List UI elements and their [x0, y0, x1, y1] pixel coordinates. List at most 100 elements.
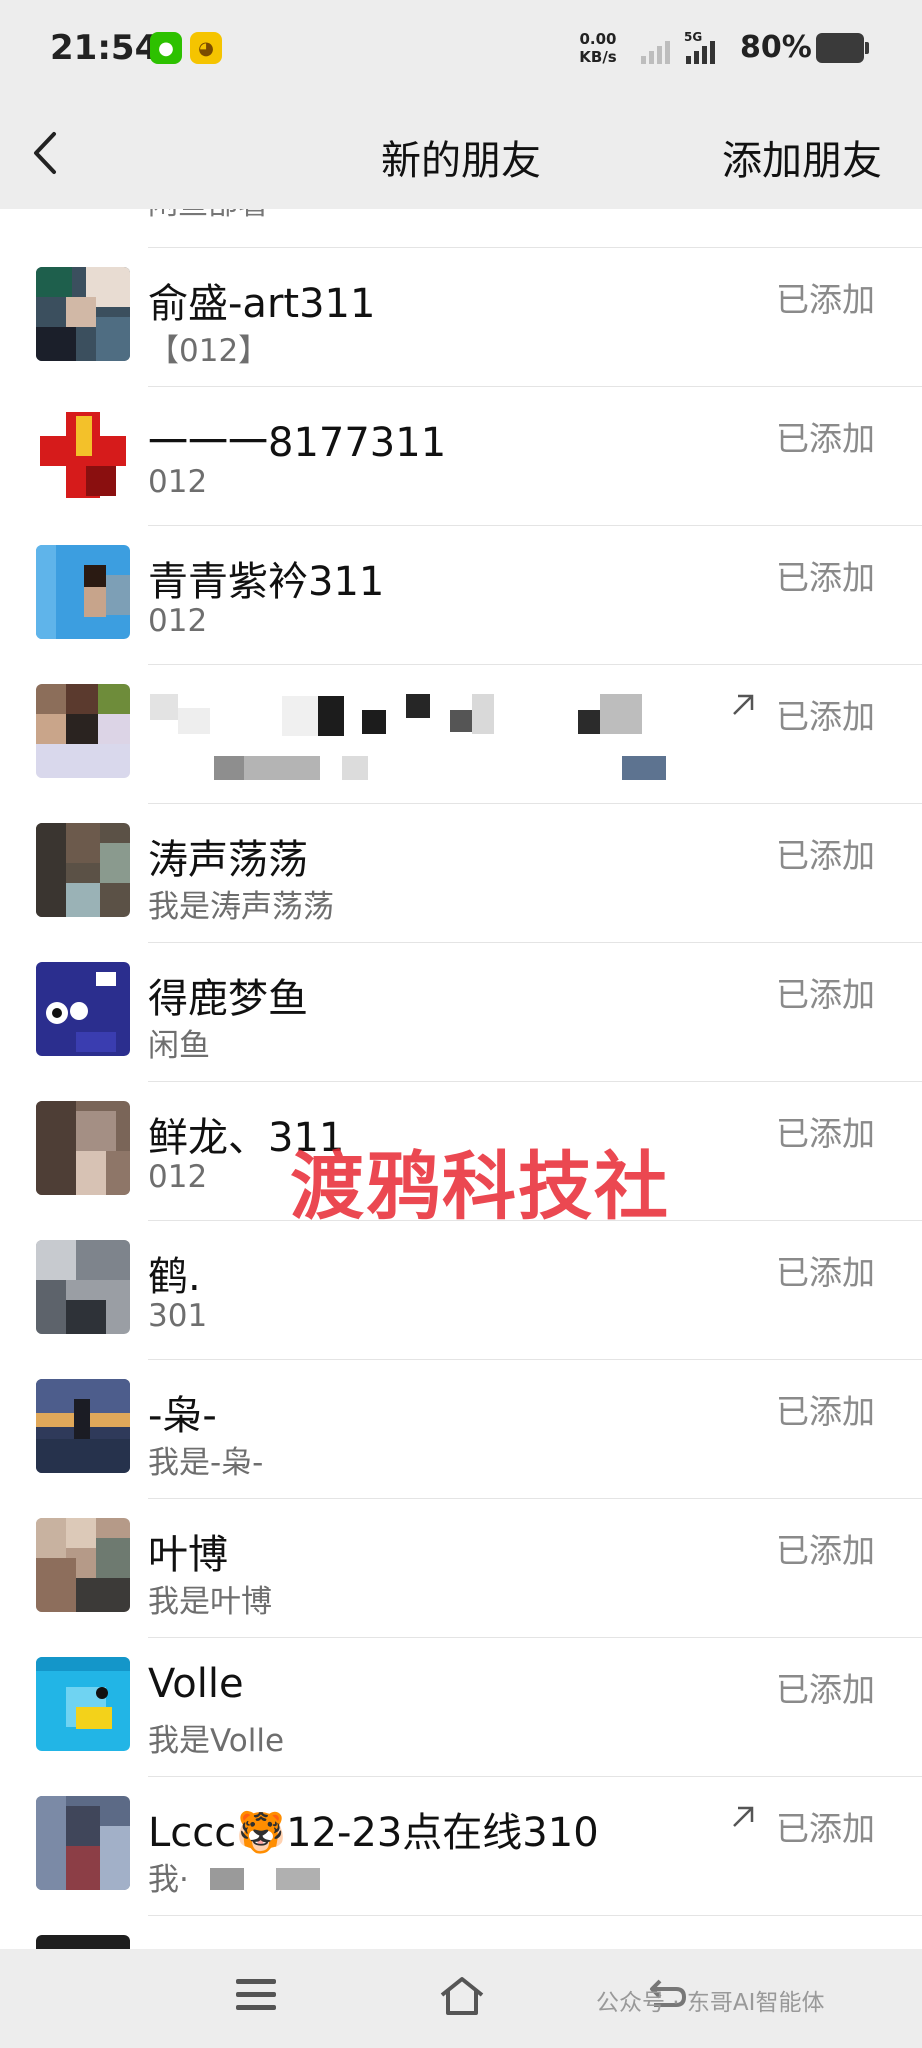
- list-item[interactable]: 一一一8177311 012 已添加: [0, 386, 922, 525]
- added-status: 已添加: [776, 836, 875, 875]
- redacted-block: [362, 710, 386, 734]
- redacted-block: [342, 756, 368, 780]
- friend-name: Volle: [148, 1661, 244, 1707]
- divider: [148, 1915, 922, 1916]
- friend-name: 得鹿梦鱼: [148, 976, 308, 1022]
- app-notification-icon: ◕: [190, 32, 222, 64]
- outgoing-arrow-icon: [733, 694, 754, 715]
- friend-name: 青青紫衿311: [148, 559, 385, 605]
- avatar: [36, 823, 130, 917]
- added-status: 已添加: [776, 1670, 875, 1709]
- avatar: [36, 545, 130, 639]
- divider: [148, 386, 922, 387]
- friend-request-message: 我·: [148, 1862, 189, 1898]
- redacted-block: [472, 694, 494, 734]
- avatar: [36, 684, 130, 778]
- system-nav-bar: 公众号 · 东哥AI智能体: [0, 1949, 922, 2048]
- added-status: 已添加: [776, 975, 875, 1014]
- redacted-block: [178, 708, 210, 734]
- avatar: [36, 267, 130, 361]
- redacted-block: [318, 696, 344, 736]
- redacted-block: [600, 694, 642, 734]
- added-status: 已添加: [776, 1809, 875, 1848]
- added-status: 已添加: [776, 1253, 875, 1292]
- top-bar: 21:54 ● ◕ 0.00 KB/s 5G 80% 新的朋友 添加朋友: [0, 0, 922, 209]
- friend-request-message: 我是Volle: [148, 1723, 285, 1759]
- menu-icon[interactable]: [236, 1979, 276, 2015]
- friend-request-message: 301: [148, 1298, 208, 1334]
- signal-icon-sim2: [686, 30, 715, 64]
- friend-request-message: 【012】: [148, 333, 270, 369]
- divider: [148, 664, 922, 665]
- avatar: [36, 1240, 130, 1334]
- list-item[interactable]: 俞盛-art311 【012】 已添加: [0, 247, 922, 386]
- redacted-block: [406, 694, 430, 718]
- added-status: 已添加: [776, 419, 875, 458]
- friend-request-message: 012: [148, 464, 208, 500]
- list-item[interactable]: Lccc🐯12-23点在线310 我· 已添加: [0, 1776, 922, 1915]
- divider: [148, 1498, 922, 1499]
- list-item[interactable]: 叶博 我是叶博 已添加: [0, 1498, 922, 1637]
- list-item[interactable]: 得鹿梦鱼 闲鱼 已添加: [0, 942, 922, 1081]
- divider: [148, 525, 922, 526]
- added-status: 已添加: [776, 558, 875, 597]
- avatar: [36, 1935, 130, 1949]
- redacted-block: [622, 756, 666, 780]
- friend-request-message: 我是叶博: [148, 1584, 272, 1620]
- list-item[interactable]: 已添加: [0, 664, 922, 803]
- new-friends-list[interactable]: 闲鱼部署 俞盛-art311 【012】 已添加 一一一8177311 012 …: [0, 209, 922, 1949]
- net-speed-value: 0.00: [579, 30, 617, 48]
- outgoing-arrow-icon: [733, 1806, 754, 1827]
- status-time: 21:54: [50, 28, 159, 68]
- redacted-block: [150, 694, 178, 720]
- net-speed-unit: KB/s: [579, 48, 617, 66]
- divider: [148, 1081, 922, 1082]
- friend-request-message: 我是-枭-: [148, 1445, 264, 1481]
- friend-name: 一一一8177311: [148, 420, 447, 466]
- net-speed: 0.00 KB/s: [576, 30, 620, 66]
- battery-icon: [816, 33, 869, 63]
- redacted-block: [210, 1868, 244, 1890]
- added-status: 已添加: [776, 1392, 875, 1431]
- avatar: [36, 1379, 130, 1473]
- footer-credit: 公众号 · 东哥AI智能体: [596, 1990, 825, 2016]
- avatar: [36, 406, 130, 500]
- home-icon[interactable]: [436, 1971, 488, 2021]
- divider: [148, 1359, 922, 1360]
- friend-request-message: 我是涛声荡荡: [148, 889, 334, 925]
- list-item[interactable]: 涛声荡荡 我是涛声荡荡 已添加: [0, 803, 922, 942]
- friend-request-message: 012: [148, 1159, 208, 1195]
- divider: [148, 1776, 922, 1777]
- redacted-block: [214, 756, 244, 780]
- wechat-icon: ●: [150, 32, 182, 64]
- friend-name: -枭-: [148, 1393, 217, 1439]
- divider: [148, 803, 922, 804]
- added-status: 已添加: [776, 1531, 875, 1570]
- list-item[interactable]: 鹤. 301 已添加: [0, 1220, 922, 1359]
- battery-percent: 80%: [740, 30, 812, 65]
- watermark: 渡鸦科技社: [290, 1144, 670, 1230]
- divider: [148, 942, 922, 943]
- divider: [148, 247, 922, 248]
- add-friend-button[interactable]: 添加朋友: [722, 128, 882, 186]
- avatar: [36, 962, 130, 1056]
- added-status: 已添加: [776, 280, 875, 319]
- added-status: 已添加: [776, 697, 875, 736]
- list-item[interactable]: [0, 1915, 922, 1949]
- friend-name: 叶博: [148, 1532, 228, 1578]
- friend-request-message: 闲鱼: [148, 1028, 210, 1064]
- list-item[interactable]: 青青紫衿311 012 已添加: [0, 525, 922, 664]
- friend-name: 俞盛-art311: [148, 281, 376, 327]
- redacted-block: [578, 710, 600, 734]
- redacted-block: [276, 1868, 320, 1890]
- list-item[interactable]: -枭- 我是-枭- 已添加: [0, 1359, 922, 1498]
- friend-request-message: 012: [148, 603, 208, 639]
- added-status: 已添加: [776, 1114, 875, 1153]
- friend-name: 涛声荡荡: [148, 837, 308, 883]
- redacted-block: [282, 696, 318, 736]
- friend-name: 鹤.: [148, 1254, 201, 1300]
- redacted-block: [450, 710, 472, 732]
- list-item[interactable]: Volle 我是Volle 已添加: [0, 1637, 922, 1776]
- avatar: [36, 1101, 130, 1195]
- avatar: [36, 1796, 130, 1890]
